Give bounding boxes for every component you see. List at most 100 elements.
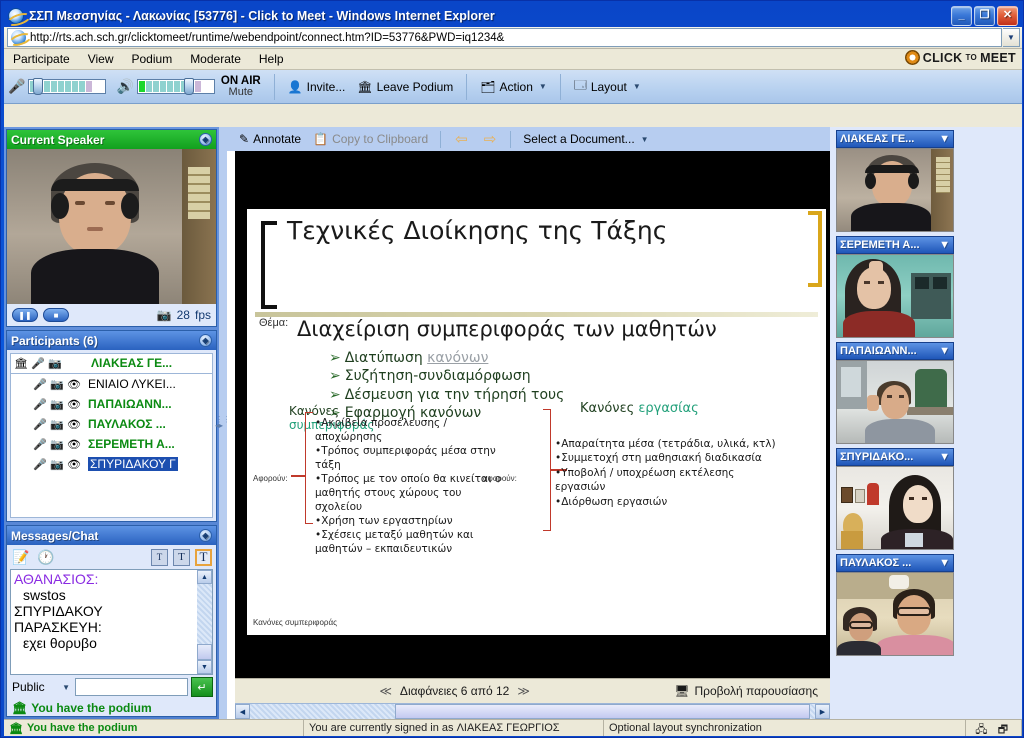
chat-send-button[interactable]: ↵	[191, 677, 213, 697]
video-thumb-feed[interactable]	[836, 254, 954, 338]
chevron-down-icon[interactable]: ▼	[939, 133, 950, 145]
current-speaker-expand-icon[interactable]: ◈	[199, 133, 212, 146]
video-thumb-papaioannou[interactable]: ΠΑΠΑΙΩΑΝΝ... ▼	[836, 342, 954, 444]
present-slideshow-button[interactable]: 🖥 Προβολή παρουσίασης	[674, 684, 830, 698]
close-button[interactable]: ✕	[997, 5, 1018, 26]
pause-button[interactable]: ❚❚	[12, 308, 38, 322]
chat-log[interactable]: ΑΘΑΝΑΣΙΟΣ: swstos ΣΠΥΡΙΔΑΚΟΥ ΠΑΡΑΣΚΕΥΗ: …	[10, 569, 213, 675]
video-thumb-header[interactable]: ΛΙΑΚΕΑΣ ΓΕ... ▼	[836, 130, 954, 148]
slide-stage[interactable]: Τεχνικές Διοίκησης της Τάξης Θέμα: Διαχε…	[235, 151, 830, 678]
font-size-medium-button[interactable]: T	[173, 548, 190, 566]
menu-podium[interactable]: Podium	[123, 50, 182, 68]
copy-to-clipboard-button[interactable]: 📋 Copy to Clipboard	[307, 130, 434, 148]
on-air-indicator[interactable]: ON AIR Mute	[215, 75, 267, 99]
bullet-link[interactable]: κανόνων	[427, 350, 488, 366]
toolbar-separator-3	[559, 73, 561, 100]
microphone-meter[interactable]: 🎤	[8, 78, 107, 95]
maximize-button[interactable]: ❐	[974, 5, 995, 26]
video-thumb-header[interactable]: ΣΕΡΕΜΕΤΗ Α... ▼	[836, 236, 954, 254]
left-sidebar: Current Speaker ◈ ❚❚ ■ 📷 28 fps Particip…	[4, 127, 219, 719]
chat-scrollbar[interactable]: ▲ ▼	[197, 570, 212, 674]
mic-level-bar[interactable]	[28, 78, 107, 95]
chevron-down-icon[interactable]: ▼	[939, 345, 950, 357]
participant-row-host[interactable]: 🏛 🎤 📷 ΛΙΑΚΕΑΣ ΓΕ...	[11, 354, 212, 374]
scroll-down-icon[interactable]: ▼	[197, 660, 212, 674]
video-thumb-feed[interactable]	[836, 466, 954, 550]
zone-icon[interactable]: 🗗	[998, 721, 1012, 736]
previous-slide-arrow-icon[interactable]: ⇦	[447, 130, 476, 148]
stop-button[interactable]: ■	[43, 308, 69, 322]
mic-icon: 🎤	[33, 398, 47, 411]
chevron-down-icon[interactable]: ▼	[939, 557, 950, 569]
participant-row-selected[interactable]: 🎤 📷 👁 ΣΠΥΡΙΔΑΚΟΥ Γ	[11, 454, 212, 474]
slide-canvas[interactable]: Τεχνικές Διοίκησης της Τάξης Θέμα: Διαχε…	[247, 209, 826, 635]
hscroll-thumb[interactable]	[395, 704, 810, 719]
previous-slide-button[interactable]: ≪	[379, 684, 392, 698]
participant-row[interactable]: 🎤 📷 👁 ΠΑΠΑΙΩΑΝΝ...	[11, 394, 212, 414]
video-thumb-liakeas[interactable]: ΛΙΑΚΕΑΣ ΓΕ... ▼	[836, 130, 954, 232]
scroll-thumb[interactable]	[197, 644, 212, 660]
menu-participate[interactable]: Participate	[4, 50, 79, 68]
video-thumb-feed[interactable]	[836, 148, 954, 232]
font-size-small-button[interactable]: T	[151, 548, 168, 566]
mic-slider-thumb[interactable]	[33, 78, 44, 95]
chevron-down-icon[interactable]: ▼	[939, 239, 950, 251]
participant-name: ΠΑΥΛΑΚΟΣ ...	[88, 417, 166, 431]
next-slide-arrow-icon[interactable]: ⇨	[476, 130, 505, 148]
menu-view[interactable]: View	[79, 50, 123, 68]
browser-client-area: http://rts.ach.sch.gr/clicktomeet/runtim…	[4, 27, 1022, 736]
video-thumb-feed[interactable]	[836, 572, 954, 656]
address-input[interactable]: http://rts.ach.sch.gr/clicktomeet/runtim…	[7, 28, 1002, 47]
current-speaker-video[interactable]	[7, 149, 216, 304]
participant-row[interactable]: 🎤 📷 👁 ΠΑΥΛΑΚΟΣ ...	[11, 414, 212, 434]
video-thumb-spyridakou[interactable]: ΣΠΥΡΙΔΑΚΟ... ▼	[836, 448, 954, 550]
menu-moderate[interactable]: Moderate	[181, 50, 250, 68]
participants-expand-icon[interactable]: ◈	[199, 334, 212, 347]
history-clock-icon[interactable]: 🕐	[36, 548, 56, 566]
sidebar-splitter[interactable]: ⋮⋮ ◂▸	[215, 127, 231, 719]
speaker-slider-thumb[interactable]	[183, 78, 194, 95]
chat-input[interactable]	[75, 678, 188, 696]
document-status-bar: ≪ Διαφάνειες 6 από 12 ≫ 🖥 Προβολή παρουσ…	[235, 678, 830, 703]
video-thumb-label: ΠΑΠΑΙΩΑΝΝ...	[840, 345, 917, 357]
podium-icon: 🏛	[357, 79, 373, 94]
participant-row[interactable]: 🎤 📷 👁 ΕΝΙΑΙΟ ΛΥΚΕΙ...	[11, 374, 212, 394]
scroll-up-icon[interactable]: ▲	[197, 570, 212, 584]
video-thumb-feed[interactable]	[836, 360, 954, 444]
scroll-left-icon[interactable]: ◀	[235, 704, 250, 719]
clear-chat-icon[interactable]: 📝	[11, 548, 31, 566]
address-dropdown-button[interactable]: ▼	[1003, 28, 1020, 47]
network-icon[interactable]: 🖧	[975, 721, 989, 736]
speaker-meter[interactable]: 🔊	[116, 78, 215, 95]
font-size-large-button[interactable]: T	[195, 548, 212, 566]
participants-list[interactable]: 🏛 🎤 📷 ΛΙΑΚΕΑΣ ΓΕ... 🎤 📷 👁 ΕΝΙΑΙΟ ΛΥΚΕΙ..…	[10, 353, 213, 518]
video-thumb-pavlakos[interactable]: ΠΑΥΛΑΚΟΣ ... ▼	[836, 554, 954, 656]
video-thumb-header[interactable]: ΣΠΥΡΙΔΑΚΟ... ▼	[836, 448, 954, 466]
leave-podium-button[interactable]: 🏛 Leave Podium	[351, 77, 459, 97]
chat-expand-icon[interactable]: ◈	[199, 529, 212, 542]
hscroll-track[interactable]	[250, 704, 815, 719]
next-slide-button[interactable]: ≫	[517, 684, 530, 698]
scroll-right-icon[interactable]: ▶	[815, 704, 830, 719]
layout-menu-button[interactable]: 🗔 Layout ▼	[568, 73, 647, 100]
title-bar: ΣΣΠ Μεσσηνίας - Λακωνίας [53776] - Click…	[4, 4, 1020, 27]
annotate-button[interactable]: ✎ Annotate	[233, 130, 307, 148]
document-horizontal-scrollbar[interactable]: ◀ ▶	[235, 703, 830, 719]
video-thumb-header[interactable]: ΠΑΥΛΑΚΟΣ ... ▼	[836, 554, 954, 572]
video-thumb-header[interactable]: ΠΑΠΑΙΩΑΝΝ... ▼	[836, 342, 954, 360]
menu-help[interactable]: Help	[250, 50, 293, 68]
chat-scope-dropdown[interactable]: Public ▼	[10, 678, 72, 696]
invite-button[interactable]: 👤 Invite...	[282, 77, 352, 97]
slide-counter: Διαφάνειες 6 από 12	[399, 684, 510, 698]
toolbar-separator	[273, 73, 275, 100]
podium-icon: 🏛	[12, 700, 28, 715]
chevron-down-icon[interactable]: ▼	[939, 451, 950, 463]
minimize-button[interactable]: _	[951, 5, 972, 26]
speaker-level-bar[interactable]	[136, 78, 215, 95]
select-document-dropdown[interactable]: Select a Document... ▼	[517, 130, 654, 148]
action-menu-button[interactable]: 🗂 Action ▼	[474, 77, 553, 97]
participant-row[interactable]: 🎤 📷 👁 ΣΕΡΕΜΕΤΗ Α...	[11, 434, 212, 454]
video-thumb-seremeti[interactable]: ΣΕΡΕΜΕΤΗ Α... ▼	[836, 236, 954, 338]
scroll-track[interactable]	[197, 584, 212, 644]
chat-scope-label: Public	[12, 680, 45, 694]
